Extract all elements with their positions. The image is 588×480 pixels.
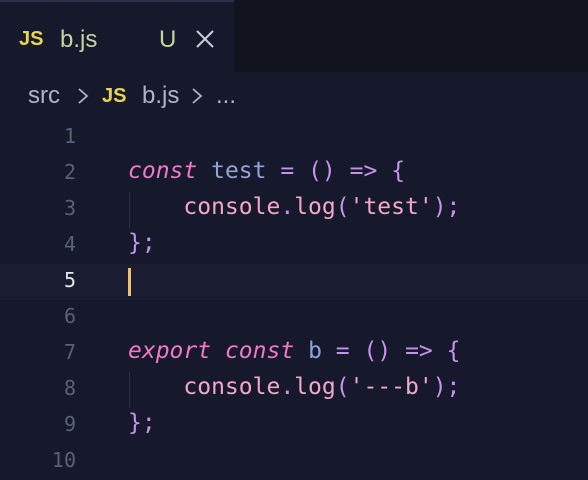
line-number: 6 <box>63 304 76 328</box>
code-line[interactable]: 10 <box>0 444 588 480</box>
code-line[interactable]: 2 const test = () => { <box>0 156 588 192</box>
code-line[interactable]: 4 }; <box>0 228 588 264</box>
code-line[interactable]: 1 <box>0 120 588 156</box>
breadcrumb-more[interactable]: ... <box>216 82 236 110</box>
untracked-badge: U <box>159 26 177 53</box>
line-number: 4 <box>63 232 76 256</box>
line-number: 7 <box>63 340 76 364</box>
code-editor[interactable]: 1 2 const test = () => { 3 console.log('… <box>0 120 588 472</box>
line-number: 2 <box>63 160 76 184</box>
code-line-current[interactable]: 5 <box>0 264 588 300</box>
line-number: 3 <box>63 196 76 220</box>
breadcrumb-file[interactable]: b.js <box>142 82 179 110</box>
js-file-icon: JS <box>102 85 127 107</box>
code-line[interactable]: 8 console.log('---b'); <box>0 372 588 408</box>
line-number: 5 <box>63 268 76 292</box>
chevron-right-icon <box>78 88 89 104</box>
line-number: 8 <box>63 376 76 400</box>
chevron-right-icon <box>192 88 203 104</box>
tab-bar: JS b.js U <box>0 0 588 72</box>
close-icon[interactable] <box>194 28 216 50</box>
breadcrumb: src JS b.js ... <box>0 72 588 120</box>
js-file-icon: JS <box>19 28 44 50</box>
tab-b-js[interactable]: JS b.js U <box>0 0 234 72</box>
code-line[interactable]: 9 }; <box>0 408 588 444</box>
code-text: export const b = () => { <box>128 338 461 364</box>
line-number: 9 <box>63 412 76 436</box>
line-number: 1 <box>63 124 76 148</box>
text-cursor <box>128 268 131 296</box>
indent-guide <box>129 192 130 228</box>
indent-guide <box>129 372 130 408</box>
code-text: }; <box>128 410 156 436</box>
code-line[interactable]: 7 export const b = () => { <box>0 336 588 372</box>
tab-label: b.js <box>60 26 98 53</box>
code-text: console.log('test'); <box>183 194 461 220</box>
code-text: }; <box>128 230 156 256</box>
code-text: console.log('---b'); <box>183 374 461 400</box>
code-line[interactable]: 6 <box>0 300 588 336</box>
code-text: const test = () => { <box>128 158 406 184</box>
line-number: 10 <box>51 448 76 472</box>
breadcrumb-folder[interactable]: src <box>28 82 60 110</box>
code-line[interactable]: 3 console.log('test'); <box>0 192 588 228</box>
